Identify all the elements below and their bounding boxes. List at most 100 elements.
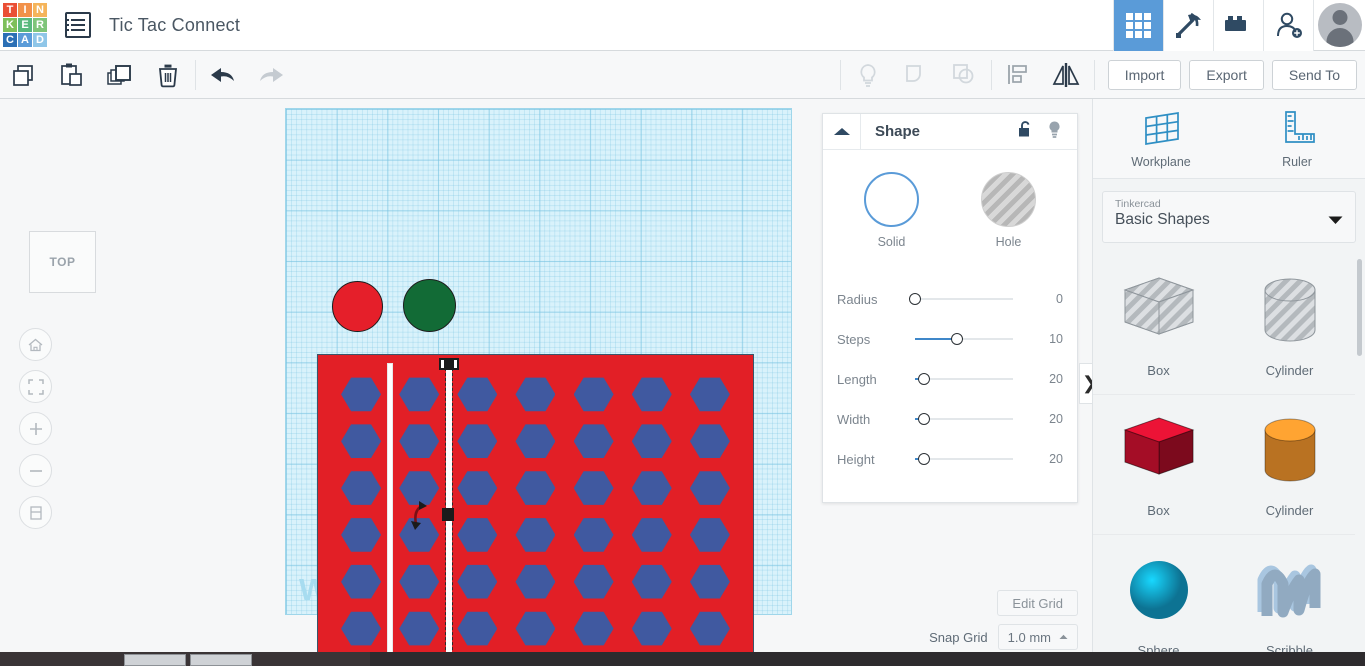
hex-cell <box>681 465 739 512</box>
steps-slider-track[interactable] <box>915 333 1013 345</box>
fit-view-button[interactable] <box>19 370 52 403</box>
game-board[interactable] <box>317 354 754 652</box>
list-icon[interactable] <box>65 12 91 38</box>
grid-controls: Edit Grid Snap Grid 1.0 mm <box>822 590 1078 650</box>
length-slider-track[interactable] <box>915 373 1013 385</box>
radius-slider[interactable]: Radius 0 <box>837 279 1063 319</box>
shape-library-select[interactable]: Tinkercad Basic Shapes <box>1102 191 1356 243</box>
steps-slider[interactable]: Steps 10 <box>837 319 1063 359</box>
hex-hole <box>631 471 672 505</box>
width-slider-track[interactable] <box>915 413 1013 425</box>
delete-button[interactable] <box>144 51 192 99</box>
avatar[interactable] <box>1313 0 1365 51</box>
copy-button[interactable] <box>0 51 48 99</box>
height-slider-track[interactable] <box>915 453 1013 465</box>
group-button[interactable] <box>892 51 940 99</box>
import-button[interactable]: Import <box>1107 59 1182 90</box>
edit-grid-button[interactable]: Edit Grid <box>997 590 1078 616</box>
tinkercad-logo[interactable]: TIN KER CAD <box>3 3 47 47</box>
add-person-icon[interactable] <box>1263 0 1313 51</box>
sphere-thumbnail-icon <box>1118 552 1200 637</box>
shape-box-hole[interactable]: Box <box>1093 255 1224 395</box>
logo-tile-c: C <box>3 33 17 47</box>
chevron-up-icon[interactable] <box>823 113 861 150</box>
hole-swatch[interactable]: Hole <box>981 172 1036 249</box>
zoom-in-button[interactable] <box>19 412 52 445</box>
hex-cell <box>332 605 390 652</box>
rotate-handle-icon[interactable] <box>407 499 433 538</box>
shape-cylinder-orange[interactable]: Cylinder <box>1224 395 1355 535</box>
width-slider-value: 20 <box>1049 412 1063 426</box>
hex-cell <box>448 371 506 418</box>
hex-cell <box>448 465 506 512</box>
lightbulb-icon[interactable] <box>1046 120 1063 144</box>
steps-slider-knob[interactable] <box>951 333 964 345</box>
redo-button[interactable] <box>247 51 295 99</box>
duplicate-button[interactable] <box>96 51 144 99</box>
box-thumbnail-icon <box>1118 412 1200 497</box>
shape-sphere-blue[interactable]: Sphere <box>1093 535 1224 666</box>
ungroup-button[interactable] <box>940 51 988 99</box>
green-disc[interactable] <box>403 279 456 332</box>
hex-hole <box>689 611 730 646</box>
hex-hole <box>341 611 382 646</box>
taskbar-window-1[interactable] <box>124 654 186 666</box>
length-slider[interactable]: Length 20 <box>837 359 1063 399</box>
paste-button[interactable] <box>48 51 96 99</box>
shape-box-red[interactable]: Box <box>1093 395 1224 535</box>
snap-grid-select[interactable]: 1.0 mm <box>997 624 1078 650</box>
shape-list-scrollbar[interactable] <box>1357 259 1362 356</box>
shape-inspector-panel: Shape Solid Hole Radius 0 Steps 10 Lengt… <box>822 113 1078 503</box>
unlock-icon[interactable] <box>1017 120 1034 144</box>
radius-slider-track[interactable] <box>909 293 1013 305</box>
radius-slider-value: 0 <box>1056 292 1063 306</box>
view-cube[interactable]: TOP <box>29 231 96 293</box>
align-button[interactable] <box>995 51 1043 99</box>
hex-cell <box>565 511 623 558</box>
workplane-tool[interactable]: Workplane <box>1093 99 1229 178</box>
height-slider[interactable]: Height 20 <box>837 439 1063 479</box>
light-button[interactable] <box>844 51 892 99</box>
length-slider-knob[interactable] <box>917 373 930 385</box>
hex-cell <box>506 605 564 652</box>
send-to-button[interactable]: Send To <box>1271 59 1357 90</box>
hex-hole <box>573 424 614 459</box>
pickaxe-icon[interactable] <box>1163 0 1213 51</box>
shape-scribble[interactable]: Scribble <box>1224 535 1355 666</box>
toolbar-divider-3 <box>990 59 992 90</box>
selection-handle-middle[interactable] <box>442 508 454 521</box>
hex-hole <box>341 471 382 505</box>
solid-swatch[interactable]: Solid <box>864 172 919 249</box>
mirror-button[interactable] <box>1043 51 1091 99</box>
selection-handle-top[interactable] <box>439 358 459 370</box>
length-slider-label: Length <box>837 371 877 387</box>
export-button[interactable]: Export <box>1189 59 1264 90</box>
snap-grid-label: Snap Grid <box>929 629 988 645</box>
chevron-down-icon[interactable] <box>1328 212 1343 230</box>
radius-slider-knob[interactable] <box>909 293 921 305</box>
home-view-button[interactable] <box>19 328 52 361</box>
zoom-out-button[interactable] <box>19 454 52 487</box>
ruler-tool[interactable]: Ruler <box>1229 99 1365 178</box>
undo-button[interactable] <box>199 51 247 99</box>
radius-slider-label: Radius <box>837 291 878 307</box>
blocks-icon[interactable] <box>1213 0 1263 51</box>
hex-cell <box>506 511 564 558</box>
shape-cylinder-orange-label: Cylinder <box>1265 502 1314 518</box>
red-disc[interactable] <box>332 281 383 332</box>
white-bar[interactable] <box>387 363 393 652</box>
width-slider[interactable]: Width 20 <box>837 399 1063 439</box>
hex-cell <box>390 605 448 652</box>
hex-hole <box>457 471 498 505</box>
main-toolbar: Import Export Send To <box>0 51 1365 99</box>
perspective-toggle-button[interactable] <box>19 496 52 529</box>
width-slider-knob[interactable] <box>917 413 930 425</box>
hex-hole <box>457 424 498 459</box>
toolbar-divider-4 <box>1093 59 1095 90</box>
hex-hole <box>573 518 614 552</box>
box-thumbnail-icon <box>1118 272 1200 357</box>
shape-cylinder-hole[interactable]: Cylinder <box>1224 255 1355 395</box>
height-slider-knob[interactable] <box>917 453 930 465</box>
grid-apps-icon[interactable] <box>1113 0 1163 51</box>
taskbar-window-2[interactable] <box>190 654 252 666</box>
